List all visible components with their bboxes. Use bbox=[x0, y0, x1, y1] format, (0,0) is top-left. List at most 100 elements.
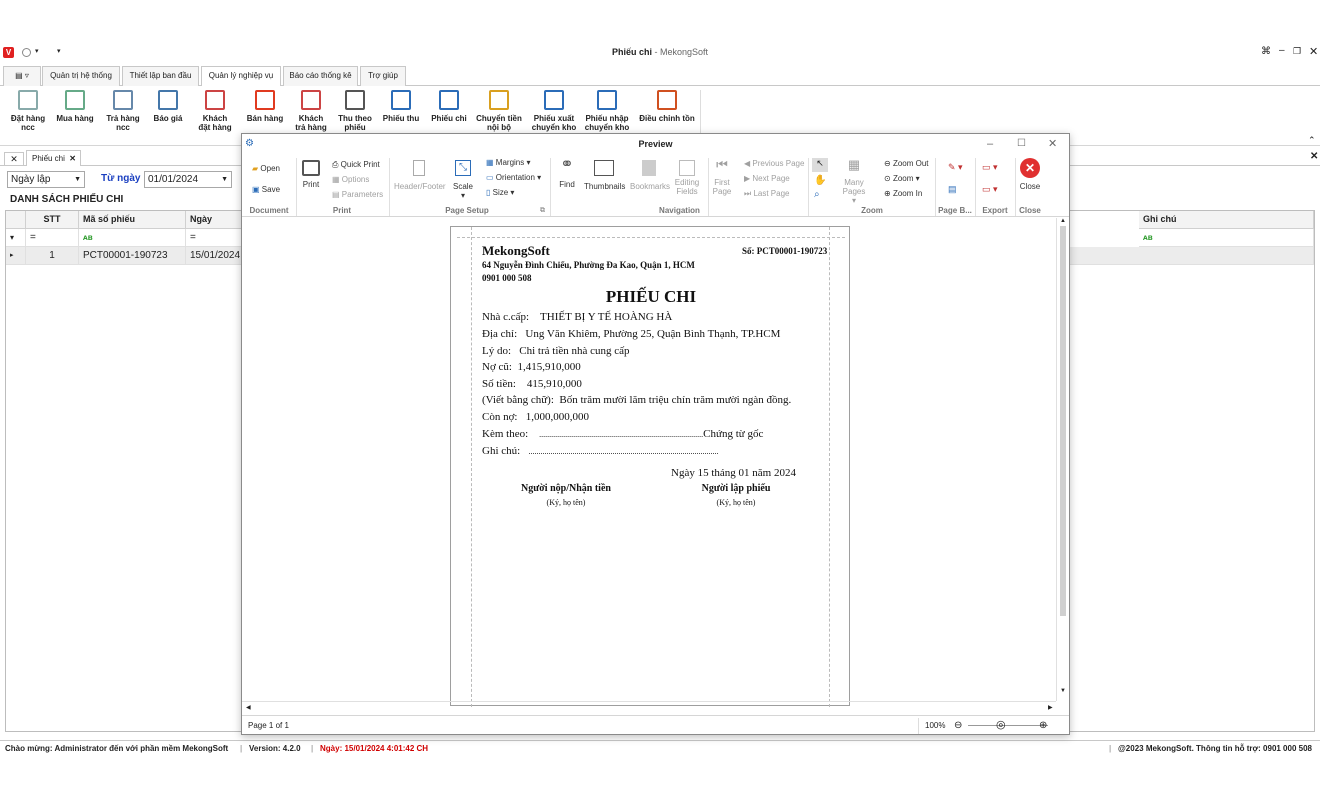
close-tab-icon[interactable]: ✕ bbox=[69, 151, 76, 166]
doc-tab-phieu-chi[interactable]: Phiếu chi ✕ bbox=[26, 150, 81, 166]
orientation-button[interactable]: ▭ Orientation ▾ bbox=[486, 173, 541, 182]
zoom-slider-thumb[interactable]: ◎ bbox=[996, 716, 1006, 735]
preview-canvas[interactable]: MekongSoft Số: PCT00001-190723 64 Nguyễn… bbox=[242, 218, 1056, 707]
status-welcome: Chào mừng: Administrator đến với phần mề… bbox=[5, 744, 229, 753]
zoom-in-small-icon[interactable]: ⊕ bbox=[1039, 716, 1047, 735]
zoom-out-small-icon[interactable]: ⊖ bbox=[954, 716, 962, 735]
ribbon-button-arrow-left[interactable]: Phiếu nhập chuyển kho bbox=[582, 88, 632, 132]
zoom-dropdown[interactable]: ⊙ Zoom ▾ bbox=[884, 174, 920, 183]
editing-fields-button[interactable]: Editing Fields bbox=[672, 160, 702, 196]
previous-page-button[interactable]: ◀ Previous Page bbox=[744, 159, 804, 168]
filter-code-icon[interactable]: ᴀʙ bbox=[79, 229, 186, 247]
zoom-out-button[interactable]: ⊖ Zoom Out bbox=[884, 159, 929, 168]
size-button[interactable]: ▯ Size ▾ bbox=[486, 188, 514, 197]
ribbon-button-customer-return[interactable]: Khách trả hàng bbox=[286, 88, 336, 132]
save-button[interactable]: ▣ Save bbox=[252, 185, 280, 194]
binoculars-icon: ⚭ bbox=[560, 156, 574, 173]
from-date-input[interactable]: 01/01/2024 ▼ bbox=[144, 171, 232, 188]
send-email-icon[interactable]: ▭ ▾ bbox=[982, 184, 998, 195]
page-color-icon[interactable]: ✎ ▾ bbox=[948, 162, 963, 173]
last-page-button[interactable]: ⏭ Last Page bbox=[744, 189, 789, 198]
cell-stt[interactable]: 1 bbox=[26, 247, 79, 265]
magnifier-tool-icon[interactable]: ⌕ bbox=[814, 189, 820, 200]
scroll-right-icon[interactable]: ▶ bbox=[1048, 704, 1053, 711]
close-button[interactable]: ✕ bbox=[1309, 45, 1318, 58]
ribbon-button-cart[interactable]: Bán hàng bbox=[240, 88, 290, 123]
close-document-icon[interactable]: ✕ bbox=[1310, 151, 1318, 162]
hand-tool-icon[interactable]: ✋ bbox=[814, 175, 826, 186]
ribbon-button-order-supplier[interactable]: Đặt hàng ncc bbox=[3, 88, 53, 132]
minimize-button[interactable]: – bbox=[1279, 45, 1285, 56]
cell-date[interactable]: 15/01/2024 bbox=[186, 247, 246, 265]
preview-maximize-button[interactable]: ☐ bbox=[1017, 134, 1026, 154]
first-page-button[interactable]: ⏮ First Page bbox=[710, 158, 734, 196]
maximize-button[interactable]: ❐ bbox=[1293, 46, 1301, 57]
options-button[interactable]: ▦ Options bbox=[332, 175, 369, 184]
scroll-thumb[interactable] bbox=[1060, 226, 1066, 616]
filter-date[interactable]: = bbox=[186, 229, 246, 247]
ribbon-collapse-icon[interactable]: ⌃ bbox=[1308, 135, 1316, 146]
zoom-in-button[interactable]: ⊕ Zoom In bbox=[884, 189, 922, 198]
editing-fields-icon bbox=[679, 160, 695, 176]
ribbon-label: Phiếu nhập bbox=[585, 114, 629, 123]
pointer-tool-icon[interactable]: ↖ bbox=[812, 158, 828, 172]
thumbnails-button[interactable]: Thumbnails bbox=[584, 160, 625, 191]
horizontal-scrollbar[interactable]: ◀ ▶ bbox=[242, 701, 1056, 713]
close-all-tabs-icon[interactable]: ✕ bbox=[4, 152, 24, 166]
filter-stt[interactable]: = bbox=[26, 229, 79, 247]
cell-note[interactable] bbox=[1139, 247, 1314, 265]
arrow-right-icon bbox=[544, 90, 564, 110]
column-header-code[interactable]: Mã số phiếu bbox=[79, 211, 186, 229]
tab-business-management[interactable]: Quản lý nghiệp vụ bbox=[201, 66, 281, 87]
find-button[interactable]: ⚭ Find bbox=[556, 156, 578, 190]
ribbon-button-purchase[interactable]: Mua hàng bbox=[50, 88, 100, 123]
zoom-slider-track[interactable] bbox=[968, 725, 1048, 726]
customize-toolbar-icon[interactable]: ▾ bbox=[57, 47, 61, 55]
quick-access-circle-icon[interactable] bbox=[22, 48, 31, 57]
header-footer-button[interactable]: Header/Footer bbox=[394, 160, 446, 191]
quick-access-dropdown-icon[interactable]: ▾ bbox=[35, 47, 39, 55]
tab-reports[interactable]: Báo cáo thống kê bbox=[283, 66, 358, 86]
column-header-date[interactable]: Ngày bbox=[186, 211, 246, 229]
ribbon-button-quotation[interactable]: Báo giá bbox=[143, 88, 193, 123]
ribbon-button-customer-order[interactable]: Khách đặt hàng bbox=[190, 88, 240, 132]
scroll-left-icon[interactable]: ◀ bbox=[246, 704, 251, 711]
close-preview-button[interactable]: ✕ Close bbox=[1018, 158, 1042, 191]
cell-code[interactable]: PCT00001-190723 bbox=[79, 247, 186, 265]
open-button[interactable]: ▰ Open bbox=[252, 164, 280, 173]
date-type-select[interactable]: Ngày lập ▼ bbox=[7, 171, 85, 188]
filter-note-icon[interactable]: ᴀʙ bbox=[1139, 229, 1314, 247]
export-pdf-icon[interactable]: ▭ ▾ bbox=[982, 162, 998, 173]
vertical-scrollbar[interactable]: ▲ ▼ bbox=[1056, 218, 1069, 701]
preview-minimize-button[interactable]: – bbox=[987, 134, 993, 154]
parameters-button[interactable]: ▤ Parameters bbox=[332, 190, 383, 199]
tab-help[interactable]: Trợ giúp bbox=[360, 66, 406, 86]
print-button[interactable]: Print bbox=[300, 158, 322, 189]
bookmarks-button[interactable]: Bookmarks bbox=[630, 160, 670, 191]
page-setup-dialog-icon[interactable]: ⧉ bbox=[540, 207, 545, 215]
ribbon-button-arrow-down[interactable]: Phiếu thu bbox=[376, 88, 426, 123]
quick-print-button[interactable]: ⎙ Quick Print bbox=[332, 160, 380, 169]
scroll-down-icon[interactable]: ▼ bbox=[1057, 688, 1069, 694]
options-icon: ▦ bbox=[332, 175, 340, 184]
ribbon-button-arrow-up[interactable]: Phiếu chi bbox=[424, 88, 474, 123]
scroll-up-icon[interactable]: ▲ bbox=[1057, 218, 1069, 224]
ribbon-button-return-supplier[interactable]: Trả hàng ncc bbox=[98, 88, 148, 132]
tab-system-admin[interactable]: Quản trị hệ thống bbox=[42, 66, 120, 86]
ribbon-button-arrow-right[interactable]: Phiếu xuất chuyển kho bbox=[529, 88, 579, 132]
preview-close-button[interactable]: ✕ bbox=[1048, 134, 1057, 154]
preview-window[interactable]: ⚙ Preview – ☐ ✕ ▰ Open ▣ Save Document P… bbox=[241, 133, 1070, 735]
column-header-note[interactable]: Ghi chú bbox=[1139, 211, 1314, 229]
tab-initial-setup[interactable]: Thiết lập ban đầu bbox=[122, 66, 199, 86]
restore-layout-icon[interactable]: ⌘ bbox=[1261, 46, 1271, 57]
many-pages-button[interactable]: ▦ Many Pages ▾ bbox=[832, 158, 876, 205]
next-page-button[interactable]: ▶ Next Page bbox=[744, 174, 790, 183]
ribbon-button-adjust-stock[interactable]: Điều chỉnh tồn bbox=[636, 88, 698, 123]
ribbon-button-collect[interactable]: Thu theo phiếu bbox=[330, 88, 380, 132]
ribbon-button-money-transfer[interactable]: Chuyển tiền nội bộ bbox=[474, 88, 524, 132]
tab-app-menu[interactable]: ▤ ▿ bbox=[3, 66, 41, 86]
scale-button[interactable]: ⤡ Scale ▾ bbox=[452, 160, 474, 200]
margins-button[interactable]: ▦ Margins ▾ bbox=[486, 158, 531, 167]
watermark-icon[interactable]: ▤ bbox=[948, 184, 957, 195]
column-header-stt[interactable]: STT bbox=[26, 211, 79, 229]
